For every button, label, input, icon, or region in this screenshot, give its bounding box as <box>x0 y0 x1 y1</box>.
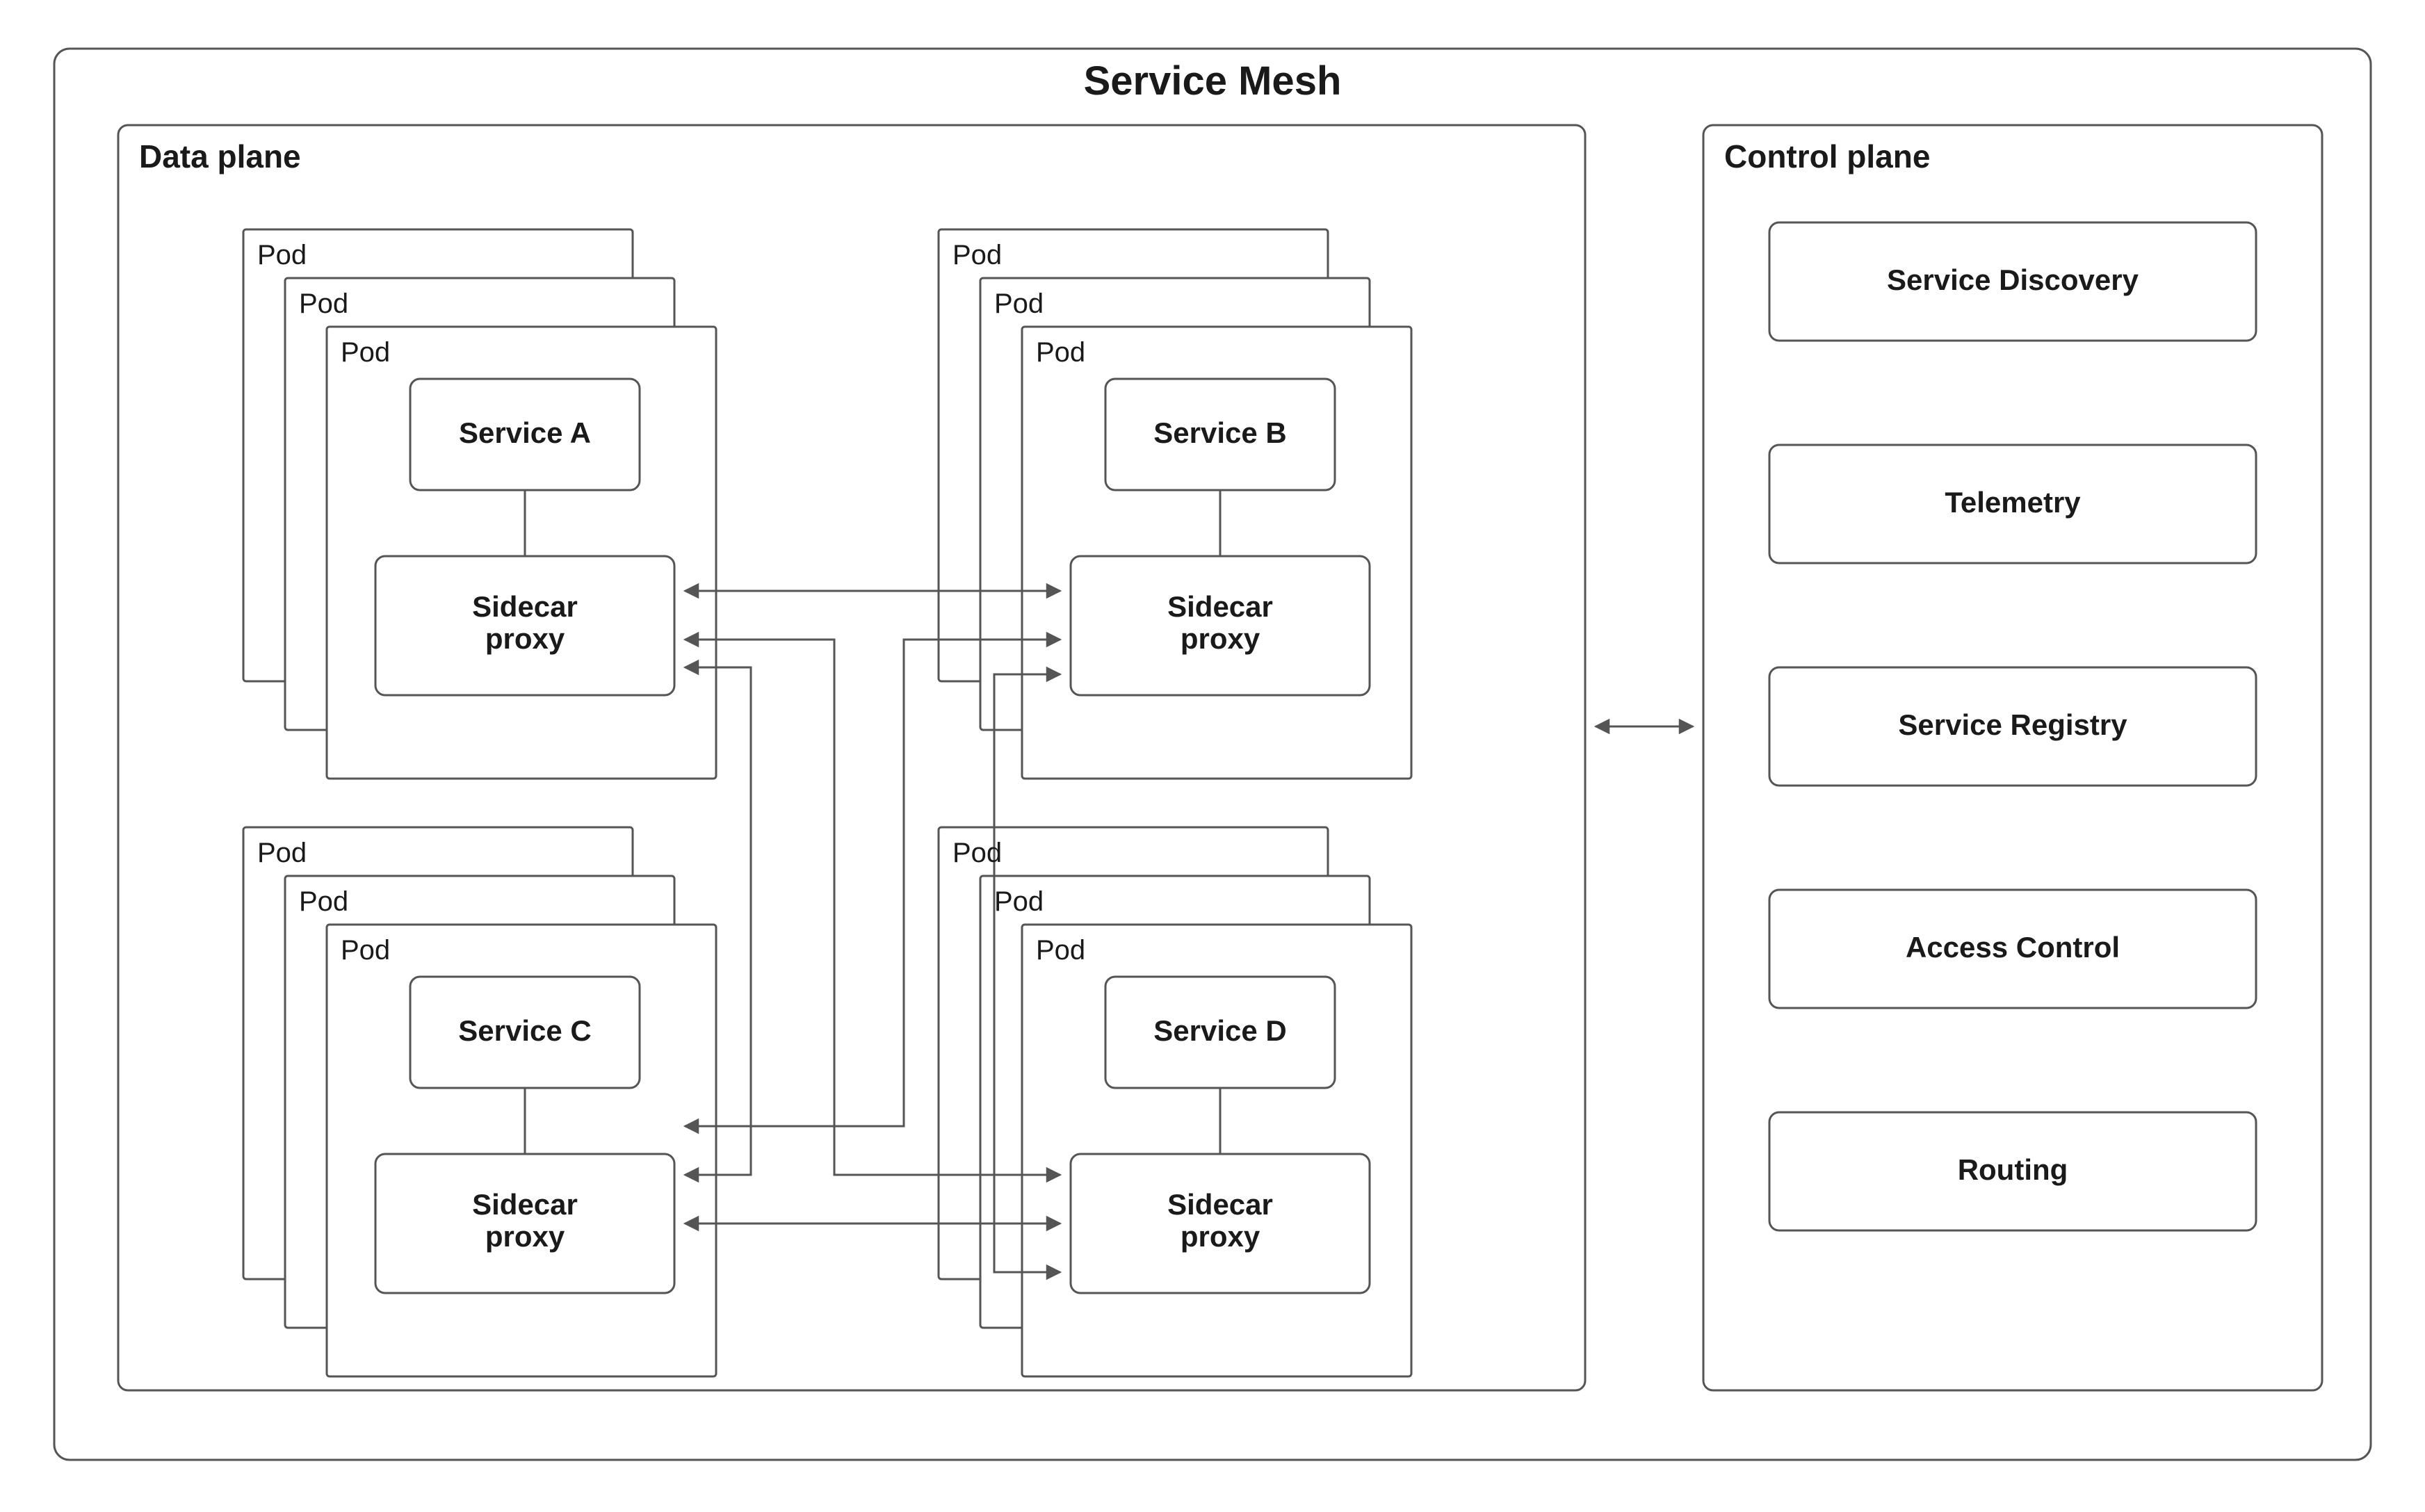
pod-a-front <box>327 327 716 779</box>
pod-b-label-front: Pod <box>1036 337 1085 368</box>
pod-a-label-back: Pod <box>257 240 307 270</box>
pod-d-label-front: Pod <box>1036 935 1085 966</box>
sidecar-a-label: Sidecar proxy <box>375 591 674 655</box>
pod-d-label-mid: Pod <box>994 886 1044 917</box>
pod-a-label-mid: Pod <box>299 288 348 319</box>
control-plane-container <box>1703 125 2322 1390</box>
control-label-registry: Service Registry <box>1769 709 2256 741</box>
title: Service Mesh <box>0 59 2425 104</box>
pod-b-label-mid: Pod <box>994 288 1044 319</box>
pod-c-front <box>327 925 716 1376</box>
pod-c-label-front: Pod <box>341 935 390 966</box>
link-a-c <box>685 667 751 1175</box>
service-b-label: Service B <box>1105 417 1335 449</box>
sidecar-b-label: Sidecar proxy <box>1071 591 1370 655</box>
pod-b-front <box>1022 327 1411 779</box>
service-a-label: Service A <box>410 417 640 449</box>
pod-d-front <box>1022 925 1411 1376</box>
pod-a-label-front: Pod <box>341 337 390 368</box>
service-c-label: Service C <box>410 1015 640 1047</box>
service-d-label: Service D <box>1105 1015 1335 1047</box>
diagram-canvas: Service Mesh Data plane Control plane Po… <box>0 0 2425 1512</box>
link-b-c <box>685 640 1060 1126</box>
sidecar-d-label: Sidecar proxy <box>1071 1189 1370 1253</box>
control-label-telemetry: Telemetry <box>1769 487 2256 519</box>
data-plane-label: Data plane <box>139 139 301 174</box>
pod-c-label-mid: Pod <box>299 886 348 917</box>
control-plane-label: Control plane <box>1724 139 1930 174</box>
control-label-discovery: Service Discovery <box>1769 264 2256 296</box>
sidecar-c-label: Sidecar proxy <box>375 1189 674 1253</box>
pod-d-label-back: Pod <box>952 838 1002 868</box>
control-label-access: Access Control <box>1769 932 2256 964</box>
pod-b-label-back: Pod <box>952 240 1002 270</box>
link-b-d <box>994 674 1060 1272</box>
pod-c-label-back: Pod <box>257 838 307 868</box>
control-label-routing: Routing <box>1769 1154 2256 1186</box>
